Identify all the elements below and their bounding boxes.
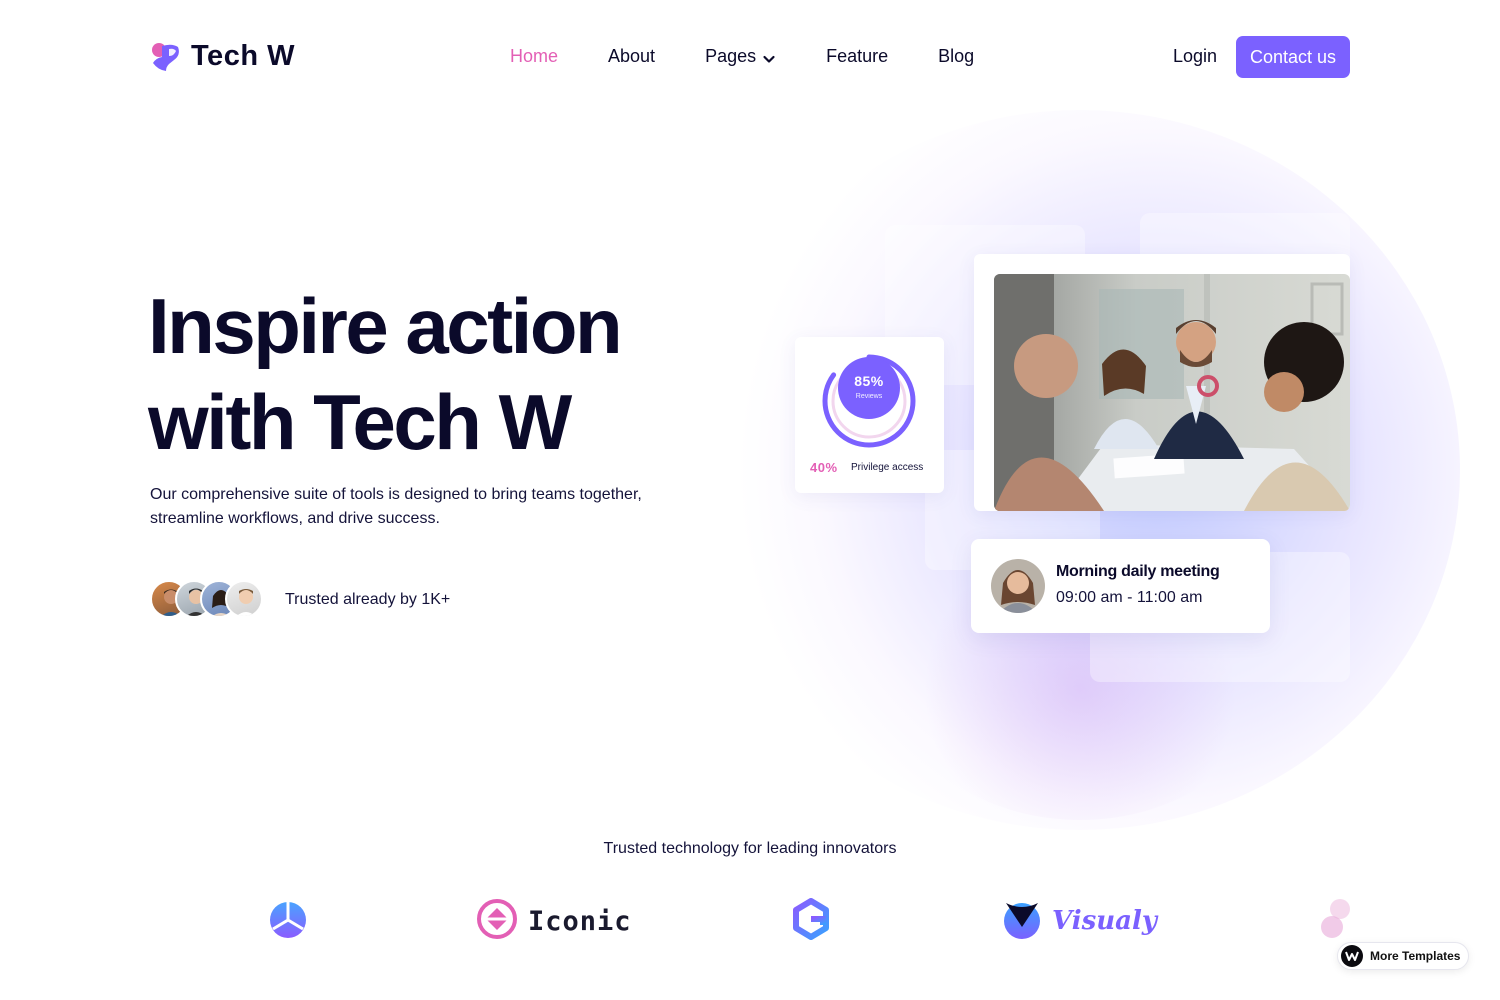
more-templates-label: More Templates bbox=[1370, 949, 1461, 963]
hero-title-line1: Inspire action bbox=[148, 282, 623, 370]
trusted-text: Trusted already by 1K+ bbox=[285, 591, 451, 608]
hero-title: Inspire action with Tech W bbox=[148, 278, 768, 470]
site-header: Tech W Home About Pages Feature Blog Log… bbox=[150, 36, 1350, 78]
meeting-title: Morning daily meeting bbox=[1056, 563, 1220, 580]
meeting-card: Morning daily meeting 09:00 am - 11:00 a… bbox=[971, 539, 1270, 633]
hex-g-logo-icon bbox=[790, 897, 832, 945]
logo-mark-icon bbox=[150, 41, 182, 73]
visualy-logo-icon bbox=[1000, 897, 1044, 946]
privilege-percent: 40% bbox=[810, 460, 838, 475]
partner-logo bbox=[1318, 895, 1352, 947]
partner-logos: Iconic Visualy bbox=[0, 895, 1500, 955]
nav-feature[interactable]: Feature bbox=[826, 46, 888, 67]
contact-us-button[interactable]: Contact us bbox=[1236, 36, 1350, 78]
photo-card bbox=[974, 254, 1350, 511]
team-meeting-photo bbox=[994, 274, 1350, 511]
iconic-logo-icon bbox=[476, 898, 518, 945]
nav-pages-label: Pages bbox=[705, 46, 757, 66]
brand-logo[interactable]: Tech W bbox=[150, 40, 295, 73]
stats-card: 85% Reviews 40% Privilege access bbox=[795, 337, 944, 493]
more-templates-button[interactable]: More Templates bbox=[1337, 942, 1469, 970]
hero-title-line2: with Tech W bbox=[148, 378, 572, 466]
privilege-label: Privilege access bbox=[851, 462, 924, 473]
partner-logo: Visualy bbox=[1000, 895, 1157, 947]
brand-name: Tech W bbox=[191, 40, 295, 72]
main-nav: Home About Pages Feature Blog bbox=[510, 46, 1024, 67]
avatar-group bbox=[150, 580, 270, 620]
nav-home[interactable]: Home bbox=[510, 46, 558, 67]
pie-logo-icon bbox=[268, 899, 308, 944]
iconic-logo-text: Iconic bbox=[528, 905, 632, 937]
avatar bbox=[225, 580, 263, 618]
ring-center: 85% Reviews bbox=[838, 357, 900, 419]
circles-logo-icon bbox=[1318, 897, 1352, 946]
partners-heading: Trusted technology for leading innovator… bbox=[603, 840, 897, 857]
nav-pages[interactable]: Pages bbox=[705, 46, 776, 67]
ring-label: Reviews bbox=[855, 393, 883, 400]
partner-logo: Iconic bbox=[476, 895, 632, 947]
partner-logo bbox=[790, 895, 832, 947]
chevron-down-icon bbox=[762, 50, 776, 64]
nav-blog[interactable]: Blog bbox=[938, 46, 974, 67]
meeting-time: 09:00 am - 11:00 am bbox=[1056, 589, 1203, 606]
webflow-icon bbox=[1341, 945, 1363, 967]
nav-about[interactable]: About bbox=[608, 46, 655, 67]
ring-value: 85% bbox=[854, 373, 884, 389]
partner-logo bbox=[268, 895, 308, 947]
avatar bbox=[991, 559, 1045, 613]
hero-subtitle: Our comprehensive suite of tools is desi… bbox=[150, 486, 642, 527]
visualy-logo-text: Visualy bbox=[1052, 906, 1157, 936]
login-link[interactable]: Login bbox=[1173, 46, 1217, 67]
